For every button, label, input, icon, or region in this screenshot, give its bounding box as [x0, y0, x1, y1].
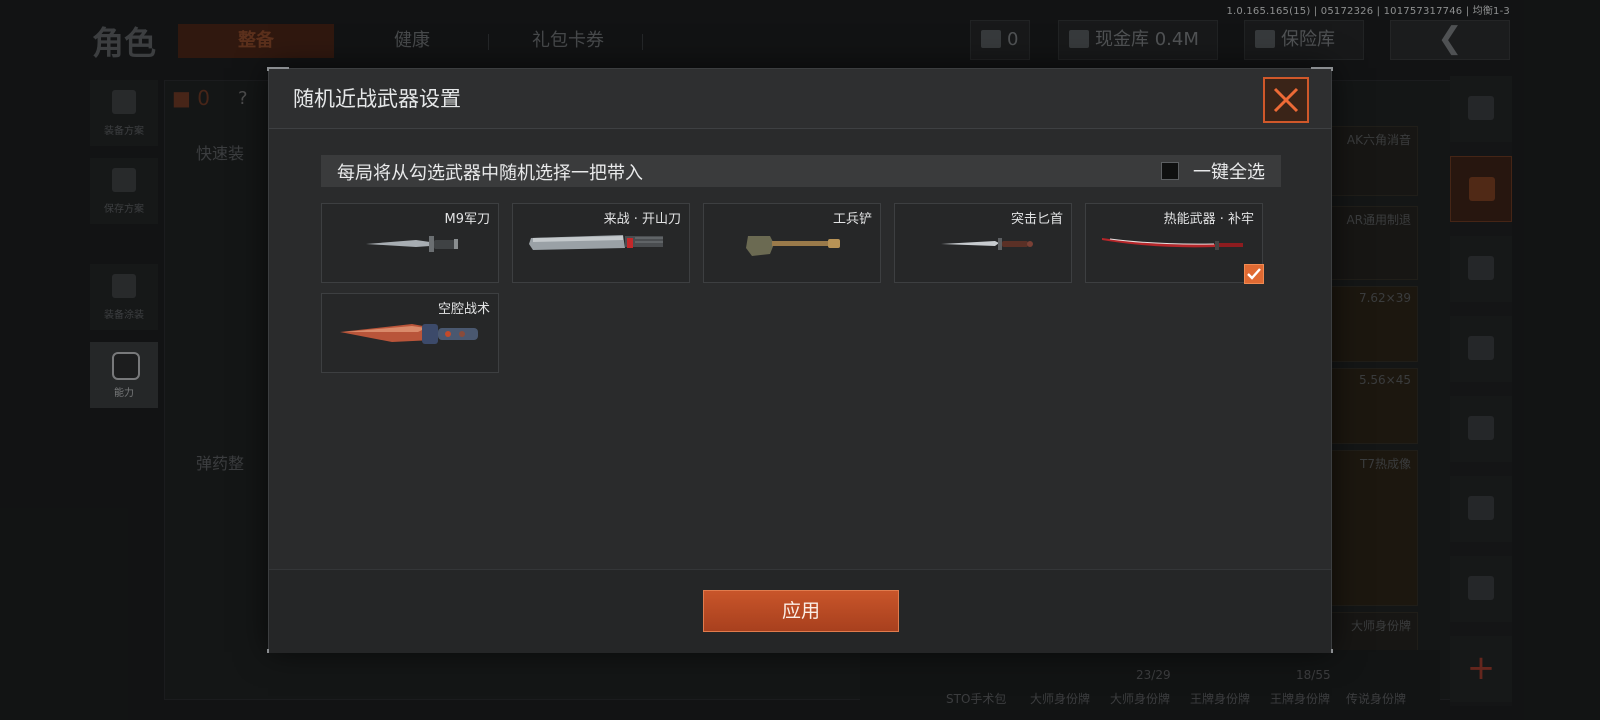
- weapon-card-machete[interactable]: 来战 · 开山刀: [512, 203, 690, 283]
- apply-button[interactable]: 应用: [703, 590, 899, 632]
- machete-icon: [529, 235, 663, 250]
- weapon-name: M9军刀: [444, 212, 491, 227]
- tactical-knife-icon: [340, 324, 478, 344]
- weapon-name: 工兵铲: [832, 212, 872, 227]
- close-button[interactable]: [1263, 77, 1309, 123]
- weapon-name: 空腔战术: [437, 302, 490, 317]
- katana-icon: [1102, 238, 1243, 250]
- weapon-card-shovel[interactable]: 工兵铲: [703, 203, 881, 283]
- weapon-name: 来战 · 开山刀: [603, 212, 681, 227]
- weapon-card-katana[interactable]: 热能武器 · 补牢: [1085, 203, 1264, 284]
- select-all-label: 一键全选: [1193, 162, 1265, 183]
- combat-knife-icon: [366, 236, 458, 252]
- weapon-card-tactical[interactable]: 空腔战术: [321, 293, 499, 373]
- weapon-card-dagger[interactable]: 突击匕首: [894, 203, 1072, 283]
- close-icon: [1273, 87, 1299, 113]
- weapon-name: 热能武器 · 补牢: [1163, 212, 1254, 227]
- weapon-checkbox-checked[interactable]: [1244, 264, 1264, 284]
- info-bar: 每局将从勾选武器中随机选择一把带入 一键全选: [321, 155, 1281, 187]
- dagger-icon: [941, 238, 1033, 250]
- select-all-checkbox[interactable]: [1161, 162, 1179, 180]
- weapon-card-m9[interactable]: M9军刀: [321, 203, 499, 283]
- checkmark-icon: [1247, 268, 1261, 280]
- select-all-toggle[interactable]: 一键全选: [1161, 159, 1265, 183]
- dialog-footer: 应用: [269, 569, 1331, 653]
- dialog-description: 每局将从勾选武器中随机选择一把带入: [337, 163, 643, 184]
- dialog-header: 随机近战武器设置: [269, 69, 1331, 129]
- dialog-title: 随机近战武器设置: [293, 87, 461, 111]
- random-melee-dialog: 随机近战武器设置 每局将从勾选武器中随机选择一把带入 一键全选 M9军刀 来战 …: [267, 67, 1333, 653]
- shovel-icon: [746, 236, 840, 256]
- weapon-name: 突击匕首: [1010, 212, 1063, 227]
